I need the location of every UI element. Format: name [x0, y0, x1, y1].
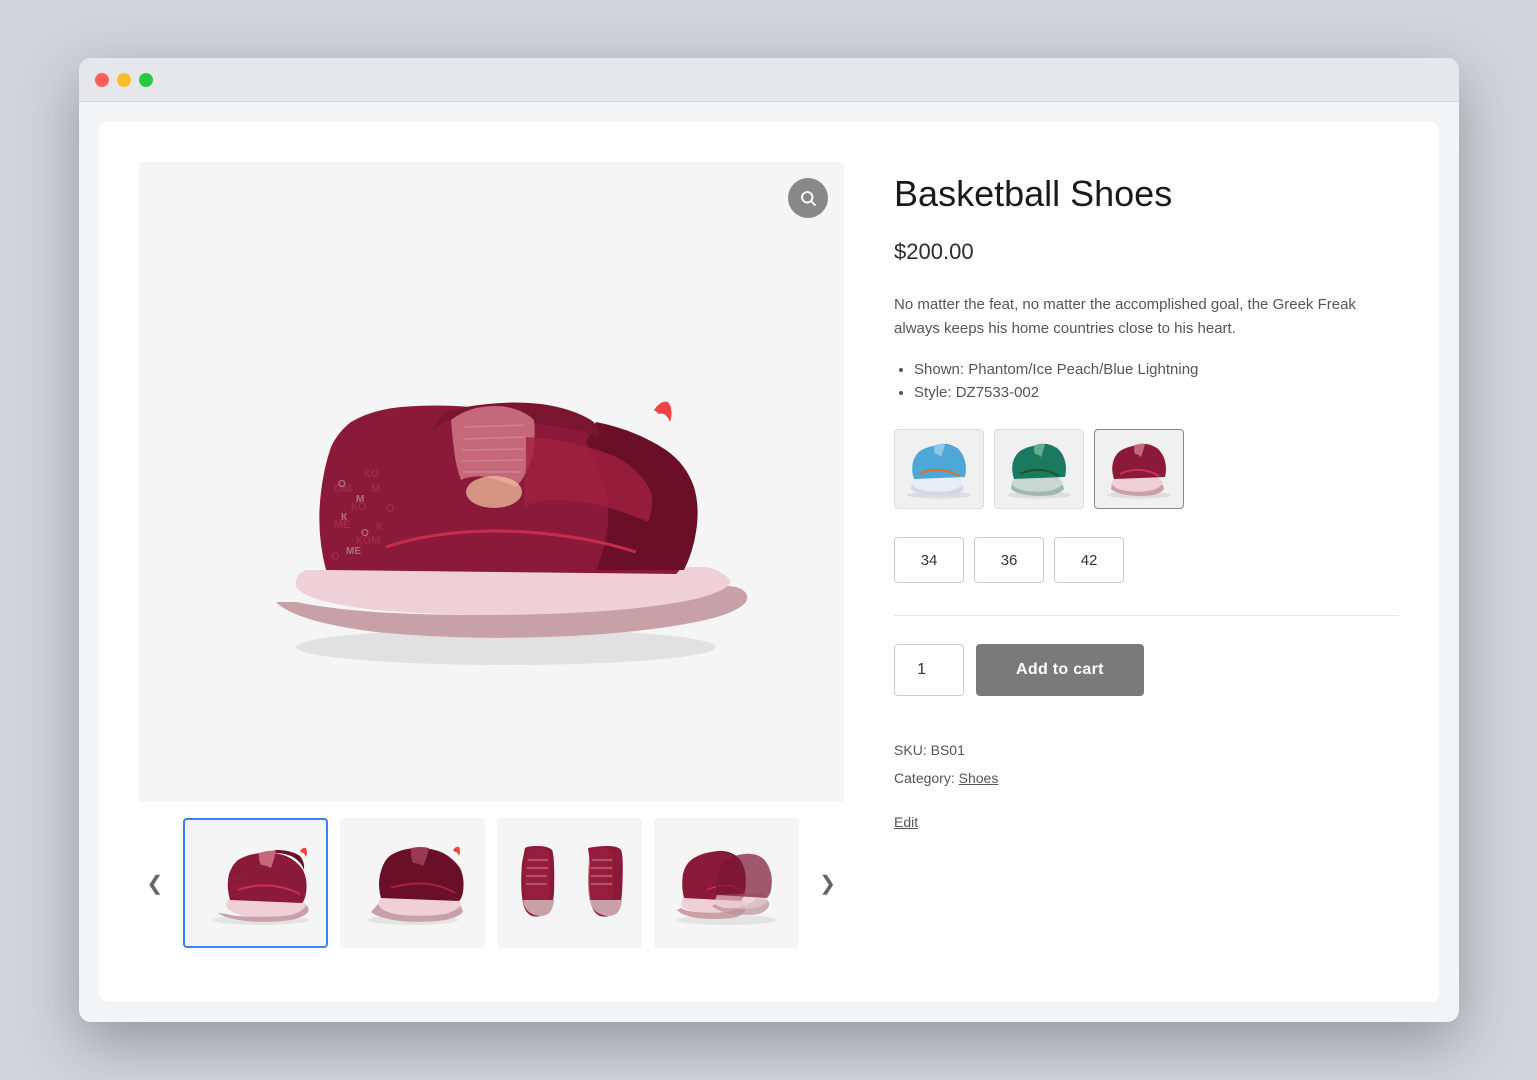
svg-text:М: М	[356, 494, 364, 505]
svg-text:КО: КО	[233, 886, 240, 892]
thumbnail-3[interactable]	[497, 818, 642, 948]
product-description: No matter the feat, no matter the accomp…	[894, 293, 1398, 341]
size-button-42[interactable]: 42	[1054, 537, 1124, 583]
zoom-button[interactable]	[788, 178, 828, 218]
edit-link[interactable]: Edit	[894, 808, 918, 836]
color-swatch-teal[interactable]	[994, 429, 1084, 509]
thumbnail-1[interactable]: ОМ КО	[183, 818, 328, 948]
svg-text:М: М	[371, 483, 380, 495]
product-images: OM КО МЕ КОМ О М О К КО О М К О	[139, 162, 845, 962]
detail-item-2: Style: DZ7533-002	[914, 384, 1398, 401]
add-to-cart-button[interactable]: Add to cart	[976, 644, 1144, 696]
main-image-container: OM КО МЕ КОМ О М О К КО О М К О	[139, 162, 845, 802]
svg-text:О: О	[361, 528, 369, 539]
svg-text:КО: КО	[364, 468, 380, 480]
detail-item-1: Shown: Phantom/Ice Peach/Blue Lightning	[914, 361, 1398, 378]
thumbnail-4[interactable]	[654, 818, 799, 948]
product-price: $200.00	[894, 239, 1398, 265]
sku-label: SKU:	[894, 742, 927, 758]
product-meta: SKU: BS01 Category: Shoes Edit	[894, 736, 1398, 836]
size-options: 34 36 42	[894, 537, 1398, 583]
prev-thumbnail-button[interactable]: ❮	[139, 867, 172, 900]
sku-row: SKU: BS01	[894, 736, 1398, 764]
size-button-36[interactable]: 36	[974, 537, 1044, 583]
divider	[894, 615, 1398, 616]
svg-text:К: К	[376, 521, 383, 533]
color-swatch-blue[interactable]	[894, 429, 984, 509]
svg-text:ОМ: ОМ	[233, 876, 241, 882]
main-product-image: OM КО МЕ КОМ О М О К КО О М К О	[216, 292, 766, 672]
color-swatch-red[interactable]	[1094, 429, 1184, 509]
product-title: Basketball Shoes	[894, 172, 1398, 215]
thumbnail-strip: ❮ ОМ КО	[139, 818, 845, 948]
svg-text:К: К	[341, 512, 348, 523]
category-row: Category: Shoes	[894, 764, 1398, 792]
size-button-34[interactable]: 34	[894, 537, 964, 583]
close-dot[interactable]	[95, 73, 109, 87]
category-link[interactable]: Shoes	[959, 770, 999, 786]
product-details: Shown: Phantom/Ice Peach/Blue Lightning …	[894, 361, 1398, 401]
page-content: OM КО МЕ КОМ О М О К КО О М К О	[99, 122, 1439, 1002]
thumbnail-2[interactable]	[340, 818, 485, 948]
cart-area: Add to cart	[894, 644, 1398, 696]
sku-value: BS01	[931, 742, 965, 758]
svg-text:О: О	[386, 503, 395, 515]
color-swatches	[894, 429, 1398, 509]
product-info: Basketball Shoes $200.00 No matter the f…	[894, 162, 1398, 962]
quantity-input[interactable]	[894, 644, 964, 696]
next-thumbnail-button[interactable]: ❯	[811, 867, 844, 900]
svg-text:МЕ: МЕ	[346, 546, 361, 557]
titlebar	[79, 58, 1459, 102]
svg-text:О: О	[331, 551, 340, 563]
svg-text:О: О	[338, 479, 346, 490]
minimize-dot[interactable]	[117, 73, 131, 87]
maximize-dot[interactable]	[139, 73, 153, 87]
browser-window: OM КО МЕ КОМ О М О К КО О М К О	[79, 58, 1459, 1022]
category-label: Category:	[894, 770, 955, 786]
